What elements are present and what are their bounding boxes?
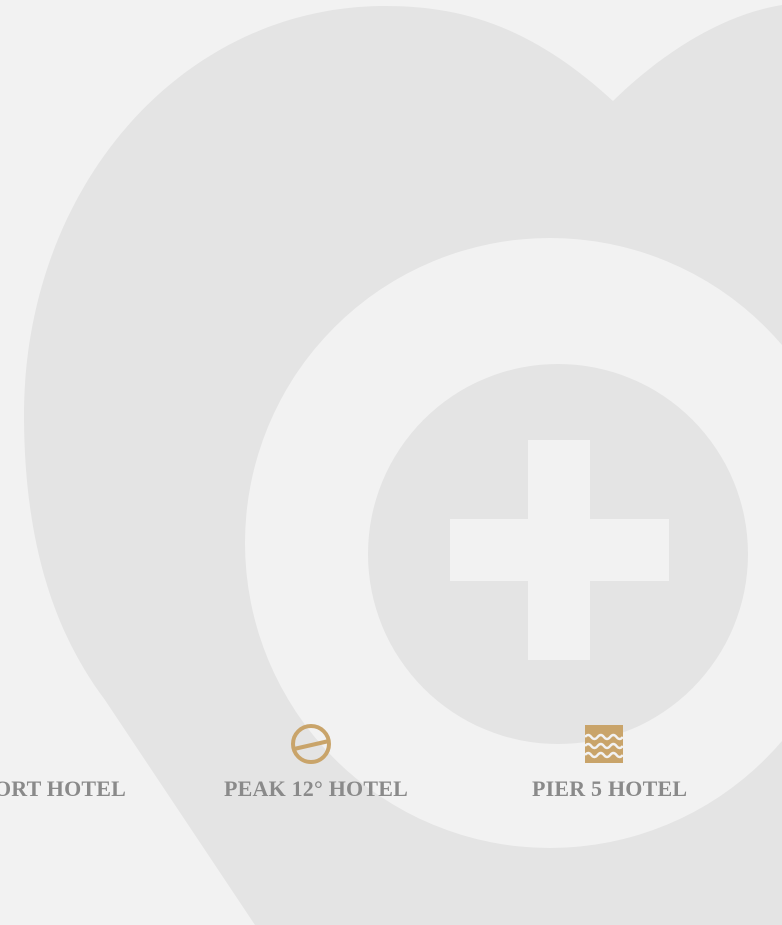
waves-square-logo-icon [585, 725, 623, 763]
hotel-label-peak-12[interactable]: PEAK 12° HOTEL [224, 772, 408, 806]
hotel-label-ort[interactable]: ORT HOTEL [0, 772, 126, 806]
cross-horizontal-bar [450, 519, 669, 581]
hotel-label-pier-5[interactable]: PIER 5 HOTEL [532, 772, 687, 806]
page-canvas: ORT HOTEL PEAK 12° HOTEL PIER 5 HOTEL [0, 0, 782, 925]
circle-slash-logo-icon [291, 724, 331, 764]
